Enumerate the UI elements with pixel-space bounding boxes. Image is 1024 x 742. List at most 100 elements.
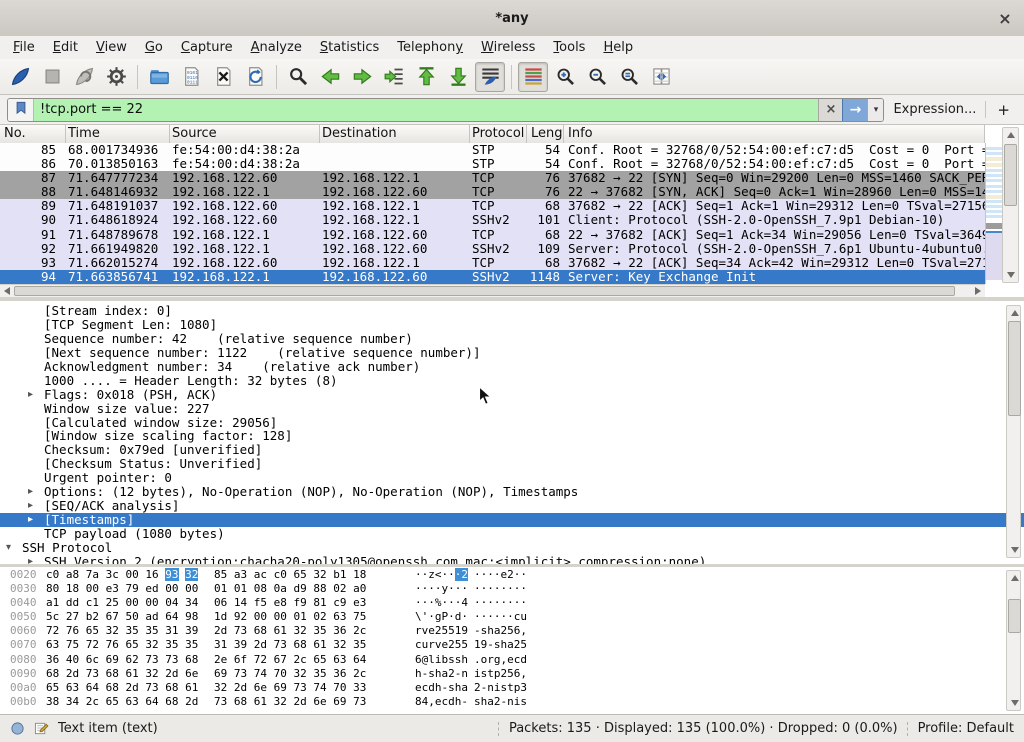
column-header-no[interactable]: No. xyxy=(0,125,66,143)
add-filter-button[interactable]: + xyxy=(995,101,1017,119)
scroll-left-button[interactable] xyxy=(0,285,14,297)
hex-row-0090[interactable]: 009068 2d 73 68 61 32 2d 6e69 73 74 70 3… xyxy=(0,667,1024,681)
detail-row[interactable]: Window size value: 227 xyxy=(0,402,1024,416)
scroll-up-button[interactable] xyxy=(1007,571,1022,585)
menu-wireless[interactable]: Wireless xyxy=(472,38,544,57)
menu-edit[interactable]: Edit xyxy=(44,38,87,57)
scroll-down-button[interactable] xyxy=(1003,268,1018,282)
filter-bookmark-button[interactable] xyxy=(8,99,34,121)
menu-help[interactable]: Help xyxy=(594,38,642,57)
display-filter-input[interactable]: !tcp.port == 22 xyxy=(34,99,818,121)
packet-row-91[interactable]: 9171.648789678192.168.122.1192.168.122.6… xyxy=(0,228,985,242)
detail-row[interactable]: [Stream index: 0] xyxy=(0,304,1024,318)
filter-apply-button[interactable]: → xyxy=(842,99,867,121)
packet-row-86[interactable]: 8670.013850163fe:54:00:d4:38:2aSTP54Conf… xyxy=(0,157,985,171)
bytes-vscrollbar[interactable] xyxy=(1006,570,1021,711)
packet-list-vscrollbar[interactable] xyxy=(1002,127,1019,283)
detail-row[interactable]: ▸Options: (12 bytes), No-Operation (NOP)… xyxy=(0,485,1024,499)
column-header-destination[interactable]: Destination xyxy=(320,125,470,143)
detail-row[interactable]: TCP payload (1080 bytes) xyxy=(0,527,1024,541)
detail-row[interactable]: Acknowledgment number: 34 (relative ack … xyxy=(0,360,1024,374)
menu-go[interactable]: Go xyxy=(136,38,172,57)
go-forward-button[interactable] xyxy=(347,62,377,92)
open-file-button[interactable] xyxy=(144,62,174,92)
packet-row-88[interactable]: 8871.648146932192.168.122.1192.168.122.6… xyxy=(0,185,985,199)
menu-file[interactable]: File xyxy=(4,38,44,57)
column-header-info[interactable]: Info xyxy=(564,125,985,143)
packet-row-85[interactable]: 8568.001734936fe:54:00:d4:38:2aSTP54Conf… xyxy=(0,143,985,157)
vscrollbar-thumb[interactable] xyxy=(1004,144,1017,206)
packet-row-94[interactable]: 9471.663856741192.168.122.1192.168.122.6… xyxy=(0,270,985,284)
filter-clear-button[interactable]: × xyxy=(818,99,842,121)
details-vscrollbar[interactable] xyxy=(1006,305,1021,558)
menu-telephony[interactable]: Telephony xyxy=(388,38,472,57)
zoom-in-button[interactable] xyxy=(550,62,580,92)
restart-capture-button[interactable] xyxy=(69,62,99,92)
chevron-right-icon[interactable]: ▸ xyxy=(28,485,33,499)
hex-row-0060[interactable]: 006072 76 65 32 35 35 31 392d 73 68 61 3… xyxy=(0,624,1024,638)
packet-row-92[interactable]: 9271.661949820192.168.122.1192.168.122.6… xyxy=(0,242,985,256)
profile-button[interactable]: Profile: Default xyxy=(918,721,1014,736)
filter-history-dropdown[interactable]: ▾ xyxy=(867,99,883,121)
zoom-original-button[interactable] xyxy=(614,62,644,92)
column-header-length[interactable]: Length xyxy=(527,125,564,143)
detail-row[interactable]: Checksum: 0x79ed [unverified] xyxy=(0,443,1024,457)
hex-row-0050[interactable]: 00505c 27 b2 67 50 ad 64 981d 92 00 00 0… xyxy=(0,610,1024,624)
detail-row[interactable]: Urgent pointer: 0 xyxy=(0,471,1024,485)
packet-row-90[interactable]: 9071.648618924192.168.122.60192.168.122.… xyxy=(0,213,985,227)
chevron-right-icon[interactable]: ▸ xyxy=(28,388,33,402)
menu-statistics[interactable]: Statistics xyxy=(311,38,388,57)
hex-row-0080[interactable]: 008036 40 6c 69 62 73 73 682e 6f 72 67 2… xyxy=(0,653,1024,667)
chevron-right-icon[interactable]: ▸ xyxy=(28,513,33,527)
scroll-down-button[interactable] xyxy=(1007,543,1022,557)
menu-capture[interactable]: Capture xyxy=(172,38,242,57)
vscrollbar-thumb[interactable] xyxy=(1008,599,1021,633)
scroll-down-button[interactable] xyxy=(1007,696,1022,710)
packet-list-minimap[interactable] xyxy=(985,143,1002,284)
column-header-time[interactable]: Time xyxy=(66,125,170,143)
scroll-up-button[interactable] xyxy=(1007,306,1022,320)
packet-list-hscrollbar[interactable] xyxy=(0,284,985,298)
hex-row-0030[interactable]: 003080 18 00 e3 79 ed 00 0001 01 08 0a d… xyxy=(0,582,1024,596)
display-filter-field[interactable]: !tcp.port == 22 × → ▾ xyxy=(7,98,884,122)
detail-row[interactable]: Sequence number: 42 (relative sequence n… xyxy=(0,332,1024,346)
detail-row[interactable]: ▸[SEQ/ACK analysis] xyxy=(0,499,1024,513)
menu-tools[interactable]: Tools xyxy=(544,38,594,57)
detail-row[interactable]: [Calculated window size: 29056] xyxy=(0,416,1024,430)
chevron-down-icon[interactable]: ▾ xyxy=(6,541,11,555)
stop-capture-button[interactable] xyxy=(37,62,67,92)
detail-row[interactable]: [Window size scaling factor: 128] xyxy=(0,429,1024,443)
resize-columns-button[interactable] xyxy=(646,62,676,92)
hex-row-0040[interactable]: 0040a1 dd c1 25 00 00 04 3406 14 f5 e8 f… xyxy=(0,596,1024,610)
close-button[interactable]: × xyxy=(995,8,1015,28)
go-to-packet-button[interactable] xyxy=(379,62,409,92)
packet-row-89[interactable]: 8971.648191037192.168.122.60192.168.122.… xyxy=(0,199,985,213)
reload-file-button[interactable] xyxy=(240,62,270,92)
packet-row-87[interactable]: 8771.647777234192.168.122.60192.168.122.… xyxy=(0,171,985,185)
detail-row[interactable]: [Next sequence number: 1122 (relative se… xyxy=(0,346,1024,360)
close-file-button[interactable] xyxy=(208,62,238,92)
zoom-out-button[interactable] xyxy=(582,62,612,92)
expert-info-button[interactable] xyxy=(10,721,25,736)
scroll-up-button[interactable] xyxy=(1003,128,1018,142)
expression-button[interactable]: Expression... xyxy=(893,102,976,117)
detail-row[interactable]: ▾SSH Protocol xyxy=(0,541,1024,555)
column-header-protocol[interactable]: Protocol xyxy=(470,125,527,143)
hex-row-0070[interactable]: 007063 75 72 76 65 32 35 3531 39 2d 73 6… xyxy=(0,638,1024,652)
hex-row-00a0[interactable]: 00a065 63 64 68 2d 73 68 6132 2d 6e 69 7… xyxy=(0,681,1024,695)
go-to-bottom-button[interactable] xyxy=(443,62,473,92)
column-header-source[interactable]: Source xyxy=(170,125,320,143)
detail-row[interactable]: [Checksum Status: Unverified] xyxy=(0,457,1024,471)
hscrollbar-thumb[interactable] xyxy=(14,286,955,296)
save-file-button[interactable]: 010101100111 xyxy=(176,62,206,92)
capture-comment-button[interactable] xyxy=(34,721,49,736)
detail-row[interactable]: ▸[Timestamps] xyxy=(0,513,1024,527)
find-packet-button[interactable] xyxy=(283,62,313,92)
colorize-packets-button[interactable] xyxy=(518,62,548,92)
hex-row-0020[interactable]: 0020c0 a8 7a 3c 00 16 93 3285 a3 ac c0 6… xyxy=(0,568,1024,582)
menu-analyze[interactable]: Analyze xyxy=(242,38,311,57)
chevron-right-icon[interactable]: ▸ xyxy=(28,499,33,513)
detail-row[interactable]: ▸Flags: 0x018 (PSH, ACK) xyxy=(0,388,1024,402)
hex-row-00b0[interactable]: 00b038 34 2c 65 63 64 68 2d73 68 61 32 2… xyxy=(0,695,1024,709)
capture-options-button[interactable] xyxy=(101,62,131,92)
